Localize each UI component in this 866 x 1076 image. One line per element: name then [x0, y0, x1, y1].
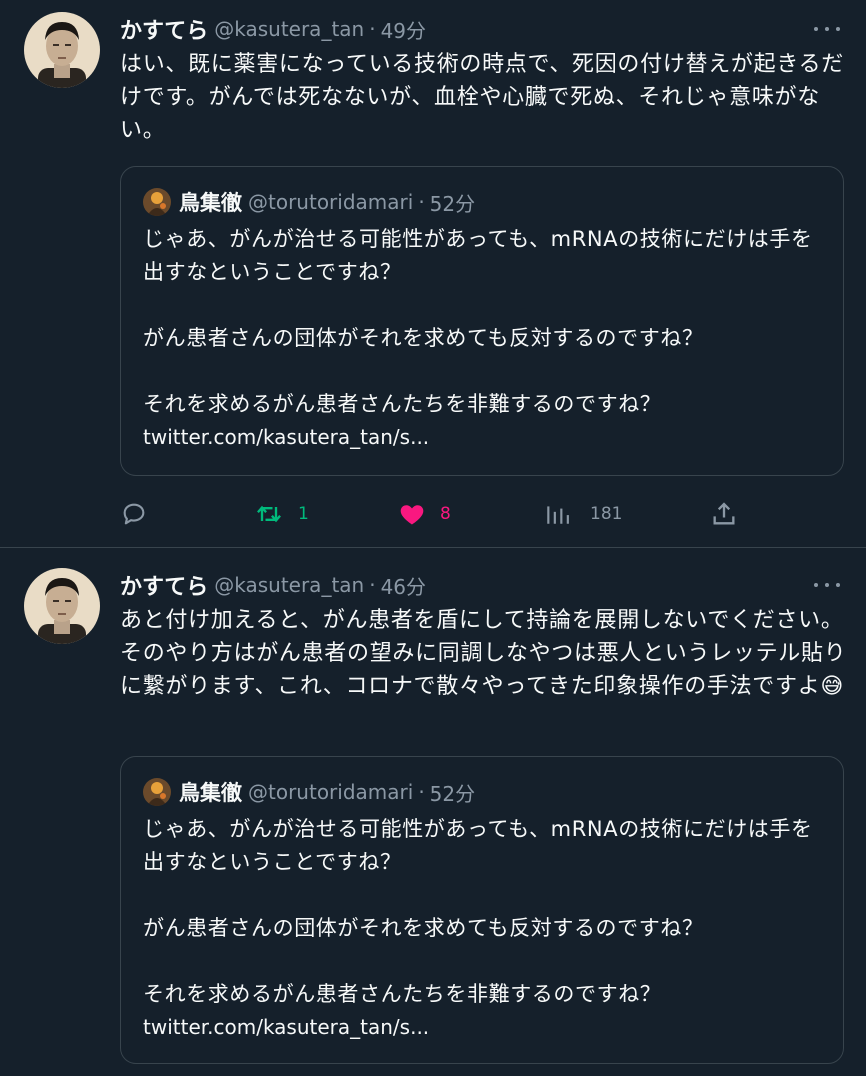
- tweet-time[interactable]: 49分: [381, 15, 426, 44]
- tweet[interactable]: かすてら @kasutera_tan · 46分 あと付け加えると、がん患者を盾…: [0, 548, 866, 1076]
- quoted-author-display-name: 鳥集徹: [179, 191, 242, 215]
- share-icon: [713, 502, 735, 525]
- reply-icon: [123, 503, 145, 525]
- heart-icon: [400, 505, 424, 525]
- tweet-time[interactable]: 46分: [381, 571, 426, 600]
- like-button[interactable]: 8: [398, 496, 451, 532]
- separator-dot: ·: [418, 780, 425, 804]
- avatar[interactable]: [24, 12, 100, 88]
- separator-dot: ·: [369, 573, 376, 597]
- quoted-tweet-header: 鳥集徹 @torutoridamari · 52分: [143, 777, 475, 807]
- separator-dot: ·: [418, 190, 425, 214]
- reply-button[interactable]: [120, 496, 148, 532]
- author-handle[interactable]: @kasutera_tan: [214, 573, 364, 597]
- author-display-name[interactable]: かすてら: [120, 13, 208, 45]
- view-count: 181: [590, 504, 623, 524]
- quoted-tweet-text: じゃあ、がんが治せる可能性があっても、mRNAの技術にだけは手を出すなということ…: [143, 227, 813, 416]
- like-count: 8: [440, 504, 451, 524]
- author-display-name[interactable]: かすてら: [120, 569, 208, 601]
- quoted-tweet-header: 鳥集徹 @torutoridamari · 52分: [143, 187, 475, 217]
- separator-dot: ·: [369, 17, 376, 41]
- quoted-avatar: [143, 778, 171, 806]
- quoted-tweet[interactable]: 鳥集徹 @torutoridamari · 52分 じゃあ、がんが治せる可能性が…: [120, 756, 844, 1064]
- tweet-text: あと付け加えると、がん患者を盾にして持論を展開しないでください。そのやり方はがん…: [120, 604, 848, 703]
- retweet-count: 1: [298, 504, 309, 524]
- quoted-avatar: [143, 188, 171, 216]
- avatar[interactable]: [24, 568, 100, 644]
- views-button[interactable]: 181: [544, 496, 622, 532]
- author-handle[interactable]: @kasutera_tan: [214, 17, 364, 41]
- quoted-author-display-name: 鳥集徹: [179, 781, 242, 805]
- sweat-smile-emoji: 😅: [820, 674, 845, 699]
- bar-chart-icon: [547, 506, 569, 524]
- quoted-tweet-link[interactable]: twitter.com/kasutera_tan/s...: [143, 1015, 429, 1039]
- retweet-button[interactable]: 1: [254, 496, 309, 532]
- quoted-author-handle: @torutoridamari: [248, 780, 414, 804]
- quoted-tweet-time: 52分: [429, 781, 476, 806]
- more-options-icon[interactable]: [814, 575, 840, 595]
- quoted-tweet-text: じゃあ、がんが治せる可能性があっても、mRNAの技術にだけは手を出すなということ…: [143, 817, 813, 1006]
- retweet-icon: [257, 505, 281, 523]
- tweet-text-content: あと付け加えると、がん患者を盾にして持論を展開しないでください。そのやり方はがん…: [120, 608, 847, 699]
- quoted-tweet-link[interactable]: twitter.com/kasutera_tan/s...: [143, 425, 429, 449]
- quoted-tweet[interactable]: 鳥集徹 @torutoridamari · 52分 じゃあ、がんが治せる可能性が…: [120, 166, 844, 476]
- share-button[interactable]: [710, 496, 738, 532]
- avatar-image: [24, 568, 100, 644]
- quoted-author-handle: @torutoridamari: [248, 190, 414, 214]
- tweet-actions: 1 8 181: [120, 496, 760, 532]
- avatar-image: [24, 12, 100, 88]
- quoted-avatar-image: [143, 778, 171, 806]
- quoted-tweet-time: 52分: [429, 191, 476, 216]
- tweet-text: はい、既に薬害になっている技術の時点で、死因の付け替えが起きるだけです。がんでは…: [120, 52, 844, 143]
- tweet-header: かすてら @kasutera_tan · 46分: [120, 570, 426, 600]
- tweet[interactable]: かすてら @kasutera_tan · 49分 はい、既に薬害になっている技術…: [0, 0, 866, 548]
- more-options-icon[interactable]: [814, 19, 840, 39]
- quoted-avatar-image: [143, 188, 171, 216]
- tweet-header: かすてら @kasutera_tan · 49分: [120, 14, 426, 44]
